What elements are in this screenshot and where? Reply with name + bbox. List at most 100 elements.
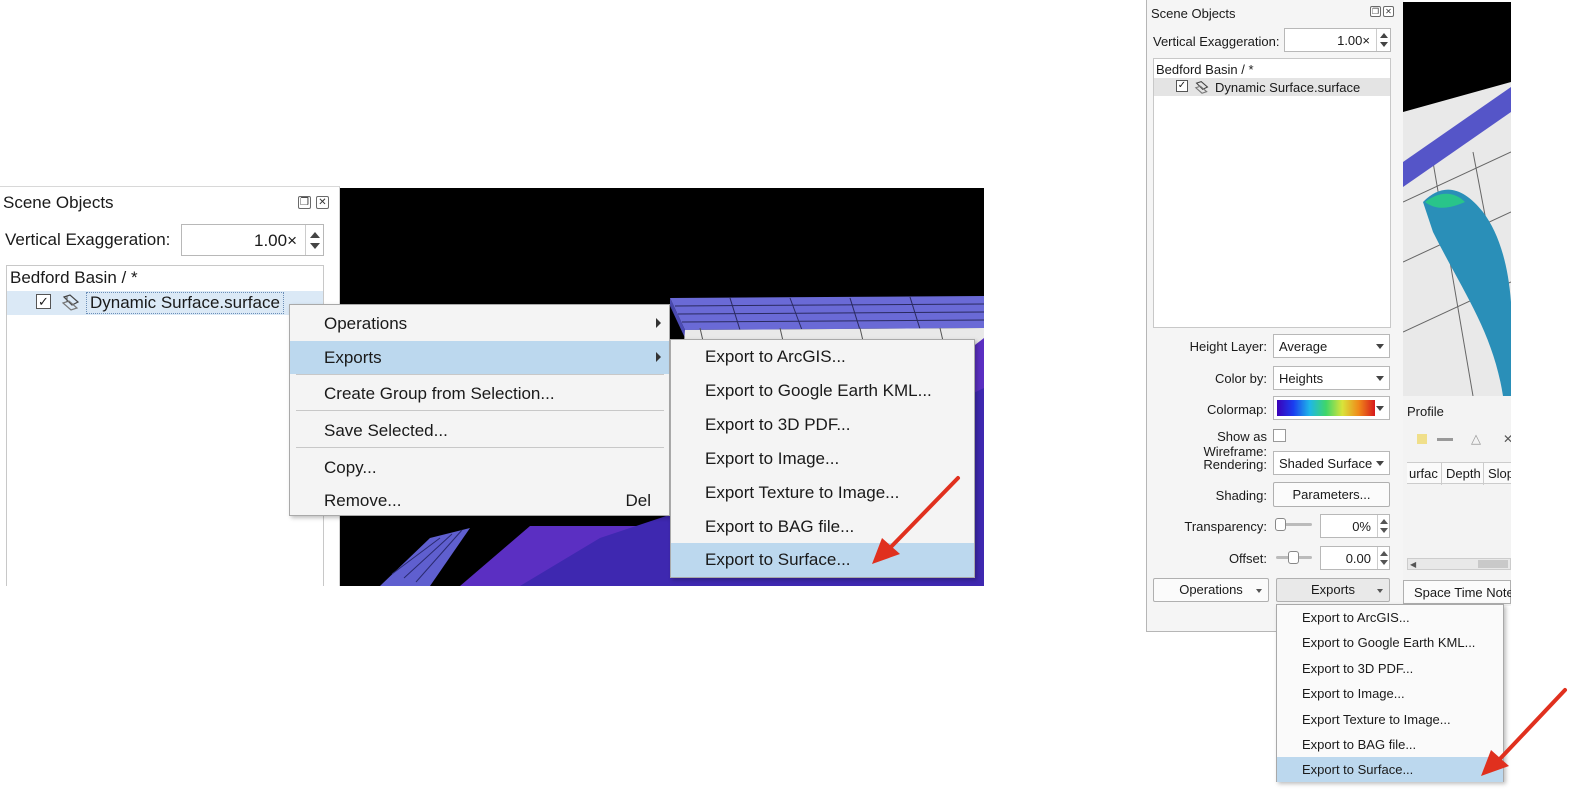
spin-down-icon[interactable]: [310, 243, 320, 249]
scrollbar-thumb[interactable]: [1478, 560, 1508, 568]
menu-item-save-selected[interactable]: Save Selected...: [290, 414, 669, 447]
button-label: Operations: [1179, 582, 1243, 597]
exports-dropdown: Export to ArcGIS... Export to Google Ear…: [1276, 604, 1504, 782]
spin-arrows[interactable]: [1376, 29, 1390, 51]
close-panel-icon[interactable]: ✕: [316, 196, 329, 209]
tree-item-label[interactable]: Dynamic Surface.surface: [86, 292, 284, 314]
tab-label: Space Time Note: [1414, 585, 1511, 600]
spin-up-icon[interactable]: [1380, 551, 1388, 556]
button-label: Exports: [1310, 582, 1356, 597]
spin-down-icon[interactable]: [1380, 560, 1388, 565]
tree-item-label[interactable]: Dynamic Surface.surface: [1215, 80, 1360, 95]
menu-item-remove[interactable]: Remove... Del: [290, 484, 669, 517]
profile-line-icon[interactable]: [1437, 438, 1453, 441]
vertical-exaggeration-label: Vertical Exaggeration:: [1153, 34, 1280, 49]
export-3d-pdf[interactable]: Export to 3D PDF...: [1277, 656, 1503, 681]
spin-down-icon[interactable]: [1380, 42, 1388, 47]
spin-value[interactable]: 0%: [1352, 519, 1371, 534]
spin-arrows[interactable]: [1377, 547, 1389, 569]
shading-parameters-button[interactable]: Parameters...: [1273, 482, 1390, 507]
combo-value: Heights: [1279, 371, 1324, 386]
chevron-down-icon: [1376, 406, 1384, 411]
column-header[interactable]: Slop: [1488, 466, 1511, 481]
export-3d-pdf[interactable]: Export to 3D PDF...: [671, 408, 974, 442]
tree-root-label[interactable]: Bedford Basin / *: [1156, 62, 1254, 77]
profile-triangle-icon[interactable]: △: [1471, 431, 1481, 447]
spin-up-icon[interactable]: [310, 232, 320, 238]
chevron-down-icon: [1376, 461, 1384, 466]
vertical-exaggeration-value[interactable]: 1.00×: [254, 231, 297, 251]
wireframe-checkbox[interactable]: [1273, 429, 1286, 442]
close-panel-icon[interactable]: ✕: [1383, 6, 1394, 17]
spin-arrows[interactable]: [305, 225, 323, 255]
export-surface[interactable]: Export to Surface...: [1277, 757, 1503, 782]
chevron-down-icon: [1256, 589, 1262, 593]
vertical-exaggeration-spinbox[interactable]: 1.00×: [1284, 28, 1391, 52]
export-bag[interactable]: Export to BAG file...: [1277, 732, 1503, 757]
offset-label: Offset:: [1228, 551, 1267, 566]
export-image[interactable]: Export to Image...: [1277, 681, 1503, 706]
column-header[interactable]: Depth: [1446, 466, 1481, 481]
rendering-combo[interactable]: Shaded Surface: [1273, 451, 1390, 475]
offset-spinbox[interactable]: 0.00: [1320, 546, 1390, 570]
export-texture[interactable]: Export Texture to Image...: [1277, 707, 1503, 732]
export-arcgis[interactable]: Export to ArcGIS...: [1277, 605, 1503, 630]
surface-icon: [1194, 80, 1209, 94]
menu-item-exports[interactable]: Exports: [290, 341, 669, 374]
column-divider: [1441, 463, 1442, 485]
horizontal-scrollbar[interactable]: ◀: [1407, 558, 1511, 570]
chevron-down-icon: [1376, 344, 1384, 349]
menu-separator: [296, 447, 664, 448]
surface-render-small: [1403, 2, 1511, 396]
export-kml[interactable]: Export to Google Earth KML...: [671, 374, 974, 408]
exports-button[interactable]: Exports: [1276, 578, 1390, 602]
red-arrow-icon: [1481, 688, 1567, 776]
menu-item-create-group[interactable]: Create Group from Selection...: [290, 377, 669, 410]
menu-separator: [296, 374, 664, 375]
space-time-notes-tab[interactable]: Space Time Note: [1403, 580, 1511, 604]
menu-item-copy[interactable]: Copy...: [290, 451, 669, 484]
operations-button[interactable]: Operations: [1153, 578, 1269, 602]
height-layer-label: Height Layer:: [1189, 339, 1267, 354]
spin-arrows[interactable]: [1377, 515, 1389, 537]
visibility-checkbox[interactable]: ✓: [36, 294, 51, 309]
vertical-exaggeration-value[interactable]: 1.00×: [1337, 33, 1370, 48]
transparency-spinbox[interactable]: 0%: [1320, 514, 1390, 538]
surface-icon: [61, 294, 80, 311]
profile-table-header: urfac Depth Slop: [1407, 462, 1511, 485]
panel-title: Scene Objects: [1151, 6, 1236, 21]
vertical-exaggeration-label: Vertical Exaggeration:: [5, 230, 171, 249]
profile-tool-icon[interactable]: [1417, 434, 1427, 444]
combo-value: Shaded Surface: [1279, 456, 1373, 471]
tree-root-label[interactable]: Bedford Basin / *: [10, 268, 138, 288]
spin-up-icon[interactable]: [1380, 519, 1388, 524]
export-arcgis[interactable]: Export to ArcGIS...: [671, 340, 974, 374]
panel-title: Scene Objects: [3, 193, 114, 212]
shortcut-label: Del: [625, 491, 651, 510]
export-kml[interactable]: Export to Google Earth KML...: [1277, 630, 1503, 655]
height-layer-combo[interactable]: Average: [1273, 334, 1390, 358]
vertical-exaggeration-spinbox[interactable]: 1.00×: [181, 224, 324, 256]
float-panel-icon[interactable]: ❐: [298, 196, 311, 209]
transparency-slider-handle[interactable]: [1275, 518, 1286, 531]
visibility-checkbox[interactable]: ✓: [1176, 80, 1188, 92]
float-panel-icon[interactable]: ❐: [1370, 6, 1381, 17]
scroll-left-icon[interactable]: ◀: [1410, 560, 1416, 569]
menu-separator: [296, 410, 664, 411]
scene-tree[interactable]: [1153, 58, 1391, 328]
spin-value[interactable]: 0.00: [1346, 551, 1371, 566]
3d-viewport-small[interactable]: [1403, 2, 1511, 396]
colormap-label: Colormap:: [1207, 402, 1267, 417]
colormap-combo[interactable]: [1273, 396, 1390, 420]
color-by-combo[interactable]: Heights: [1273, 366, 1390, 390]
column-header[interactable]: urfac: [1409, 466, 1438, 481]
combo-value: Average: [1279, 339, 1328, 354]
submenu-arrow-icon: [656, 352, 661, 362]
close-icon[interactable]: ✕: [1503, 432, 1511, 446]
spin-up-icon[interactable]: [1380, 33, 1388, 38]
offset-slider-handle[interactable]: [1288, 551, 1299, 564]
menu-item-operations[interactable]: Operations: [290, 307, 669, 340]
color-by-label: Color by:: [1214, 371, 1267, 386]
profile-label: Profile: [1407, 404, 1444, 419]
spin-down-icon[interactable]: [1380, 528, 1388, 533]
